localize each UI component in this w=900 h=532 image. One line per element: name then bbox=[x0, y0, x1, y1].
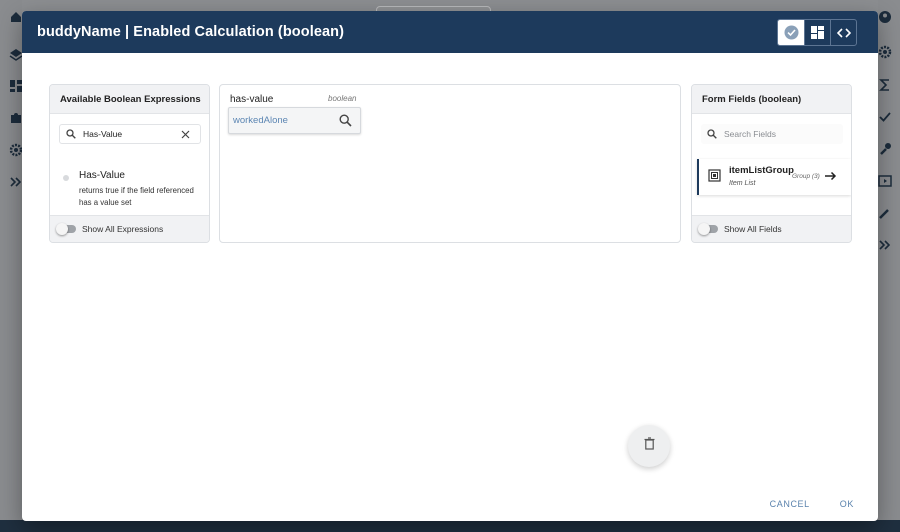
dialog-actions: CANCEL OK bbox=[770, 499, 854, 509]
expression-label: has-value bbox=[230, 94, 274, 105]
account-icon bbox=[878, 10, 892, 24]
radio-icon[interactable] bbox=[63, 175, 69, 181]
close-icon[interactable] bbox=[181, 130, 190, 139]
dialog-title: buddyName | Enabled Calculation (boolean… bbox=[37, 24, 345, 40]
puzzle-icon bbox=[9, 111, 23, 125]
search-value: Has-Value bbox=[83, 129, 123, 139]
search-icon[interactable] bbox=[339, 114, 352, 127]
expand-icon bbox=[9, 175, 23, 189]
search-placeholder: Search Fields bbox=[724, 129, 776, 139]
panel-footer: Show All Expressions bbox=[50, 215, 209, 242]
form-field-item[interactable]: itemListGroup Item List Group (3) bbox=[697, 159, 851, 195]
field-badge: Group (3) bbox=[792, 173, 820, 180]
blocks-icon bbox=[811, 26, 824, 39]
delete-button[interactable] bbox=[628, 425, 670, 467]
settings-icon bbox=[9, 143, 23, 157]
view-mode-toggle bbox=[777, 19, 857, 46]
wrench-icon bbox=[878, 142, 892, 156]
sigma-icon bbox=[878, 78, 892, 92]
form-fields-panel: Form Fields (boolean) Search Fields item… bbox=[691, 84, 852, 243]
cancel-button[interactable]: CANCEL bbox=[770, 499, 810, 509]
ok-button[interactable]: OK bbox=[840, 499, 854, 509]
layers-icon bbox=[9, 47, 23, 61]
expression-description: returns true if the field referenced has… bbox=[79, 186, 194, 207]
search-icon bbox=[66, 129, 76, 139]
code-mode-button[interactable] bbox=[830, 20, 856, 45]
expression-name: Has-Value bbox=[79, 170, 125, 181]
panel-footer: Show All Fields bbox=[692, 215, 851, 242]
pencil-icon bbox=[878, 206, 892, 220]
dialog-header: buddyName | Enabled Calculation (boolean… bbox=[22, 11, 878, 53]
dashboard-icon bbox=[9, 79, 23, 93]
home-icon bbox=[9, 10, 23, 24]
blocks-mode-button[interactable] bbox=[804, 20, 830, 45]
group-icon bbox=[708, 169, 721, 182]
show-all-fields-toggle[interactable] bbox=[698, 223, 718, 235]
check-icon bbox=[784, 25, 799, 40]
type-label: boolean bbox=[328, 94, 357, 103]
field-name: itemListGroup bbox=[729, 165, 794, 176]
panel-title: Form Fields (boolean) bbox=[692, 85, 851, 114]
calculation-dialog: buddyName | Enabled Calculation (boolean… bbox=[22, 11, 878, 521]
field-subtitle: Item List bbox=[729, 180, 756, 187]
toggle-label: Show All Fields bbox=[724, 224, 782, 234]
field-search-input[interactable]: Search Fields bbox=[701, 124, 843, 144]
preview-icon bbox=[878, 174, 892, 188]
show-all-expressions-toggle[interactable] bbox=[56, 223, 76, 235]
checkmark-icon bbox=[878, 110, 892, 124]
panel-title: Available Boolean Expressions bbox=[50, 85, 209, 114]
expression-builder-panel: has-value boolean workedAlone bbox=[219, 84, 681, 243]
gear-icon bbox=[878, 45, 892, 59]
code-icon bbox=[836, 27, 851, 39]
background-status-bar bbox=[0, 520, 900, 532]
available-expressions-panel: Available Boolean Expressions Has-Value … bbox=[49, 84, 210, 243]
search-icon bbox=[707, 129, 717, 139]
field-value: workedAlone bbox=[233, 115, 288, 126]
field-argument[interactable]: workedAlone bbox=[228, 107, 361, 134]
toggle-label: Show All Expressions bbox=[82, 224, 164, 234]
arrow-right-icon[interactable] bbox=[825, 171, 837, 181]
expand-right-icon bbox=[878, 238, 892, 252]
trash-icon bbox=[644, 437, 655, 455]
visual-mode-button[interactable] bbox=[778, 20, 804, 45]
expression-search-input[interactable]: Has-Value bbox=[59, 124, 201, 144]
